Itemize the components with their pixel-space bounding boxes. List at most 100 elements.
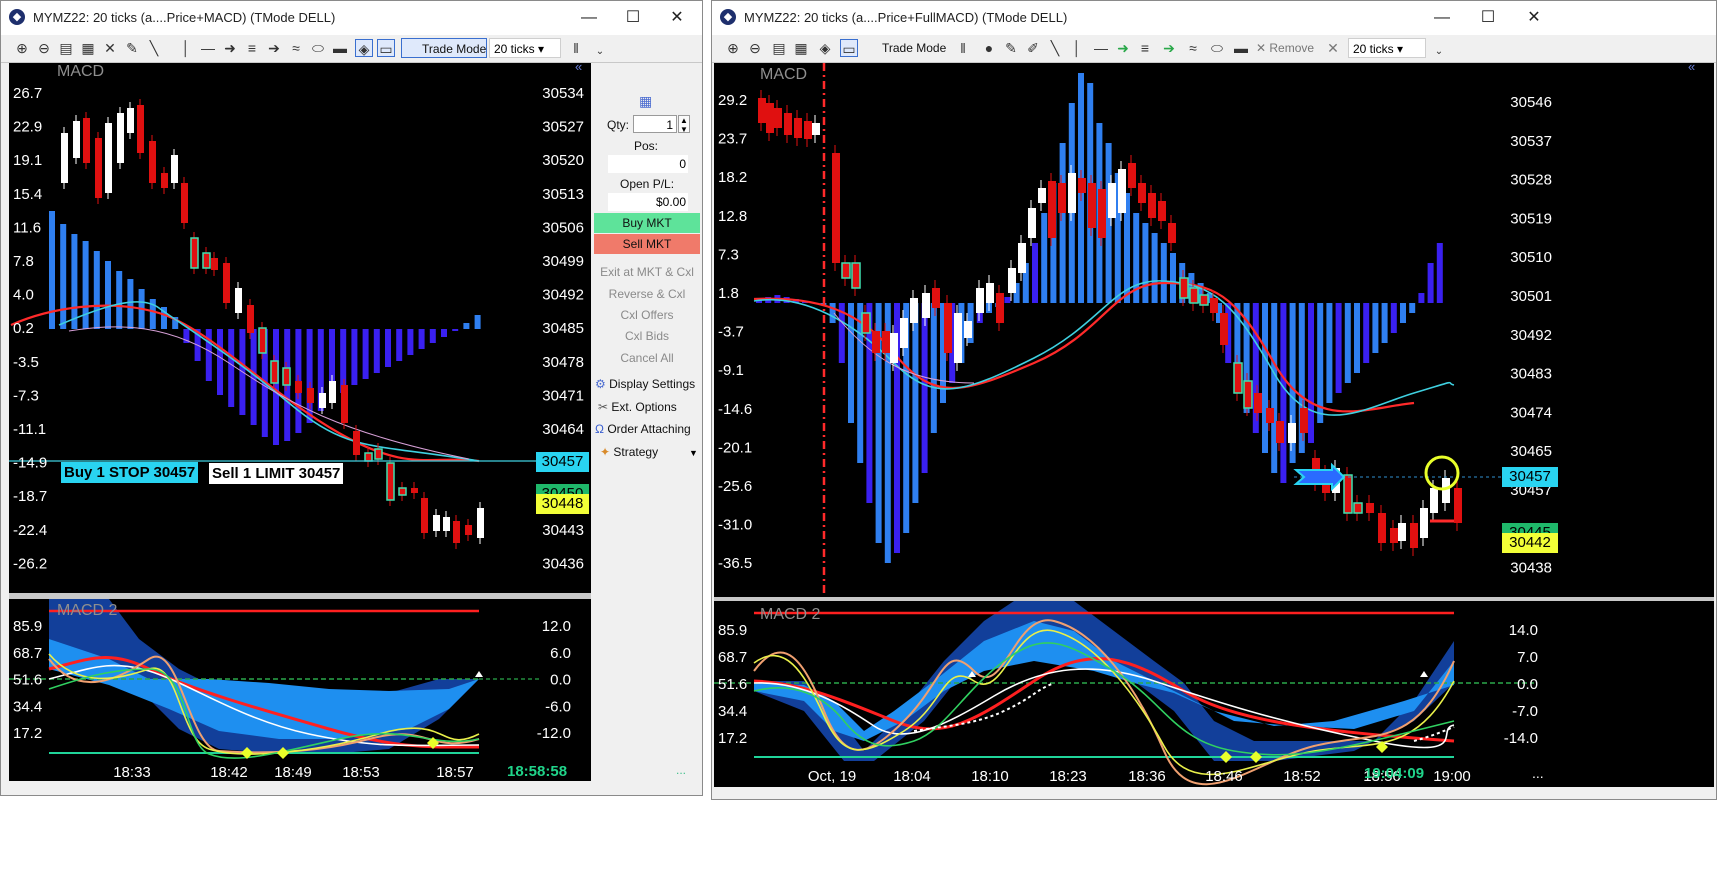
left-macd2-panel[interactable]: MACD 2 85.9 68.7 51.6 34.4 17.2 12.0 6.0 0.0 -6… <box>9 599 591 781</box>
horizontal-line-icon[interactable]: — <box>1092 39 1110 57</box>
wave-icon[interactable]: ≈ <box>1184 39 1202 57</box>
macd-histogram-bar <box>921 303 928 473</box>
fibonacci-icon[interactable]: ≡ <box>243 39 261 57</box>
display-settings-button[interactable]: ⚙ Display Settings <box>595 377 695 391</box>
app-logo-icon: ◆ <box>720 9 736 25</box>
rectangle-icon[interactable]: ▬ <box>331 39 349 57</box>
left-chart-window: ◆ MYMZ22: 20 ticks (a....Price+MACD) (TM… <box>0 0 703 796</box>
ellipse-icon[interactable]: ⬭ <box>309 39 327 57</box>
qty-spinner-icon[interactable]: ▲ ▼ <box>678 115 690 134</box>
properties-icon[interactable]: ▤ <box>57 39 75 57</box>
arrow-right-icon[interactable]: ➔ <box>265 39 283 57</box>
order-attaching-button[interactable]: Ω Order Attaching <box>595 422 691 436</box>
collapse-chevron-icon[interactable]: « <box>1688 59 1695 74</box>
collapse-chevron-icon[interactable]: « <box>575 59 582 74</box>
time-axis-label: 18:49 <box>274 764 312 781</box>
more-dots[interactable]: ... <box>1532 765 1544 781</box>
left-price-chart[interactable]: MACD 26.7 22.9 19.1 15.4 11.6 7.8 4.0 0.2 -3.5 -7… <box>9 59 591 593</box>
panel-title: MACD <box>57 63 104 80</box>
bar-timer-clock: 19:04:09 <box>1364 765 1425 782</box>
buy-stop-order-label[interactable]: Buy 1 STOP 30457 <box>61 462 199 483</box>
maximize-button[interactable]: ☐ <box>1468 5 1508 31</box>
chart-box-icon[interactable]: ▭ <box>840 39 858 57</box>
sell-limit-order-label[interactable]: Sell 1 LIMIT 30457 <box>208 462 345 485</box>
remove-all-icon[interactable]: ✕ <box>1324 39 1342 57</box>
chat-icon[interactable]: ● <box>980 39 998 57</box>
buy-market-button[interactable]: Buy MKT <box>594 213 700 233</box>
interval-select[interactable]: 20 ticks ▾ <box>1348 38 1426 58</box>
rectangle-icon[interactable]: ▬ <box>1232 39 1250 57</box>
zoom-out-icon[interactable]: ⊖ <box>746 39 764 57</box>
macd-histogram-bar <box>1032 243 1038 303</box>
ext-options-button[interactable]: ✂ Ext. Options <box>598 400 677 414</box>
remove-button[interactable]: ✕ Remove <box>1256 38 1314 58</box>
close-button[interactable]: ✕ <box>1514 5 1554 31</box>
zoom-in-icon[interactable]: ⊕ <box>13 39 31 57</box>
sell-market-button[interactable]: Sell MKT <box>594 234 700 254</box>
right-title-bar[interactable]: ◆ MYMZ22: 20 ticks (a....Price+FullMACD)… <box>712 1 1716 35</box>
pencil-icon[interactable]: ✐ <box>1024 39 1042 57</box>
price-axis-label: 30464 <box>542 421 584 438</box>
candle-body <box>1343 474 1353 514</box>
remove-icon[interactable]: ✕ <box>101 39 119 57</box>
right-macd2-panel[interactable]: MACD 2 85.9 68.7 51.6 34.4 17.2 14.0 7.0 0.0 -7… <box>714 601 1714 787</box>
trade-mode-label: Trade Mode <box>882 41 947 55</box>
candle-body <box>1078 178 1086 193</box>
minimize-button[interactable]: — <box>1422 5 1462 31</box>
line-icon[interactable]: ╲ <box>145 39 163 57</box>
maximize-button[interactable]: ☐ <box>613 5 653 31</box>
cancel-bids-button[interactable]: Cxl Bids <box>592 329 702 343</box>
more-dots[interactable]: ... <box>676 763 686 777</box>
candle-body <box>295 381 302 393</box>
eraser-icon[interactable]: ◈ <box>816 39 834 57</box>
strategy-dropdown-arrow-icon[interactable]: ▼ <box>689 448 698 458</box>
overflow-chevron-icon[interactable]: ⌄ <box>1430 43 1448 61</box>
notes-icon[interactable]: ✎ <box>1002 39 1020 57</box>
bar-type-icon[interactable]: ‖ <box>567 39 585 57</box>
candle-body <box>1028 208 1036 238</box>
minimize-button[interactable]: — <box>569 5 609 31</box>
fibonacci-icon[interactable]: ≡ <box>1136 39 1154 57</box>
arrow-icon[interactable]: ➜ <box>221 39 239 57</box>
calculator-icon[interactable]: ▦ <box>639 93 652 110</box>
trade-mode-button[interactable]: Trade Mode <box>862 38 946 58</box>
macd-histogram-bar <box>396 329 403 361</box>
macd2-axis-label: 68.7 <box>13 645 42 662</box>
interval-select[interactable]: 20 ticks ▾ <box>489 38 561 58</box>
horizontal-line-icon[interactable]: — <box>199 39 217 57</box>
strategy-dropdown[interactable]: ✦ Strategy <box>600 445 658 459</box>
ellipse-icon[interactable]: ⬭ <box>1208 39 1226 57</box>
reverse-button[interactable]: Reverse & Cxl <box>592 287 702 301</box>
macd-axis-label: 29.2 <box>718 92 747 109</box>
arrow-right-icon[interactable]: ➔ <box>1160 39 1178 57</box>
line-icon[interactable]: ╲ <box>1046 39 1064 57</box>
macd-axis-label: 7.3 <box>718 246 739 263</box>
macd2-axis-label: 6.0 <box>550 645 571 662</box>
macd2-axis-label: 34.4 <box>718 703 747 720</box>
zoom-out-icon[interactable]: ⊖ <box>35 39 53 57</box>
price-axis-label: 30546 <box>1510 94 1552 111</box>
properties-icon[interactable]: ▤ <box>770 39 788 57</box>
candle-body <box>996 293 1004 323</box>
trade-mode-button[interactable]: Trade Mode <box>401 38 487 58</box>
pencil-icon[interactable]: ✎ <box>123 39 141 57</box>
macd-histogram-bar <box>1280 303 1287 483</box>
exit-at-market-button[interactable]: Exit at MKT & Cxl <box>592 265 702 279</box>
bar-type-icon[interactable]: ‖ <box>954 39 972 57</box>
right-price-chart[interactable]: MACD 29.2 23.7 18.2 12.8 7.3 1.8 -3.7 -9.1 -14.6… <box>714 59 1714 597</box>
macd2-title: MACD 2 <box>760 606 821 623</box>
data-window-icon[interactable]: ▦ <box>79 39 97 57</box>
qty-input[interactable]: 1 <box>633 115 677 133</box>
zoom-in-icon[interactable]: ⊕ <box>724 39 742 57</box>
data-window-icon[interactable]: ▦ <box>792 39 810 57</box>
wave-icon[interactable]: ≈ <box>287 39 305 57</box>
cancel-offers-button[interactable]: Cxl Offers <box>592 308 702 322</box>
eraser-icon[interactable]: ◈ <box>355 39 373 57</box>
cancel-all-button[interactable]: Cancel All <box>592 351 702 365</box>
close-button[interactable]: ✕ <box>657 5 697 31</box>
chart-box-icon[interactable]: ▭ <box>377 39 395 57</box>
arrow-icon[interactable]: ➜ <box>1114 39 1132 57</box>
left-title-bar[interactable]: ◆ MYMZ22: 20 ticks (a....Price+MACD) (TM… <box>1 1 702 35</box>
order-entry-panel: ▦ Qty: 1 ▲ ▼ Pos: 0 Open P/L: $0.00 Buy M… <box>592 63 702 779</box>
overflow-chevron-icon[interactable]: ⌄ <box>591 43 609 61</box>
